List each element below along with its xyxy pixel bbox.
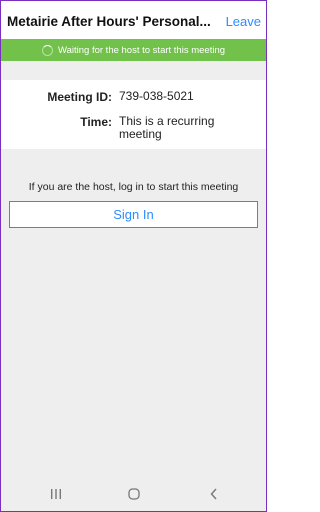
leave-button[interactable]: Leave bbox=[226, 14, 261, 29]
status-text: Waiting for the host to start this meeti… bbox=[57, 44, 226, 56]
meeting-title: Metairie After Hours' Personal... bbox=[7, 14, 211, 29]
home-icon[interactable] bbox=[124, 485, 144, 503]
back-icon[interactable] bbox=[204, 485, 224, 503]
meeting-time-label: Time: bbox=[80, 115, 112, 129]
meeting-header: Metairie After Hours' Personal... Leave bbox=[1, 1, 266, 39]
meeting-id-label: Meeting ID: bbox=[47, 90, 112, 104]
recent-apps-icon[interactable] bbox=[46, 485, 66, 503]
meeting-time-value: This is a recurring meeting bbox=[119, 114, 215, 141]
system-nav-bar bbox=[1, 477, 266, 511]
status-banner: Waiting for the host to start this meeti… bbox=[1, 39, 266, 61]
meeting-info-panel: Meeting ID: 739-038-5021 Time: This is a… bbox=[1, 80, 266, 149]
loading-spinner-icon bbox=[41, 44, 53, 56]
host-prompt: If you are the host, log in to start thi… bbox=[28, 181, 239, 193]
meeting-id-value: 739-038-5021 bbox=[119, 89, 194, 103]
app-frame: Metairie After Hours' Personal... Leave … bbox=[0, 0, 267, 512]
sign-in-button[interactable]: Sign In bbox=[9, 201, 258, 228]
